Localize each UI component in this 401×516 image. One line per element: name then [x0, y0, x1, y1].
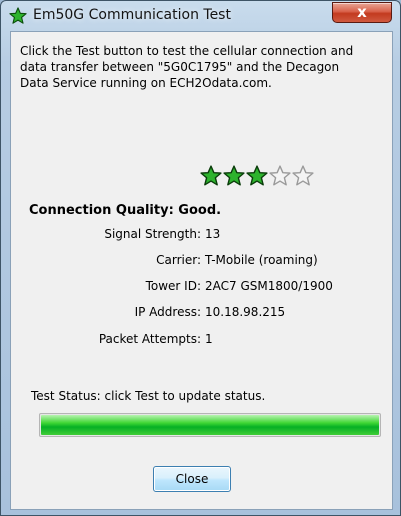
detail-label: Tower ID: — [145, 279, 201, 293]
progress-bar — [39, 413, 381, 437]
star-empty-icon — [269, 165, 291, 186]
detail-value: 1 — [205, 332, 213, 346]
detail-row-tower-id: Tower ID: 2AC7 GSM1800/1900 — [1, 279, 400, 297]
description-text: Click the Test button to test the cellul… — [20, 44, 354, 90]
detail-value: T-Mobile (roaming) — [205, 253, 318, 267]
detail-row-carrier: Carrier: T-Mobile (roaming) — [1, 253, 400, 271]
title-bar[interactable]: Em50G Communication Test x — [1, 1, 400, 31]
detail-label: IP Address: — [134, 305, 201, 319]
close-icon: x — [357, 3, 367, 21]
detail-row-packet-attempts: Packet Attempts: 1 — [1, 332, 400, 350]
dialog-window: Em50G Communication Test x Click the Tes… — [0, 0, 401, 516]
close-button[interactable]: Close — [153, 466, 231, 492]
detail-row-ip-address: IP Address: 10.18.98.215 — [1, 305, 400, 323]
connection-quality-label: Connection Quality: Good. — [29, 203, 222, 218]
window-close-button[interactable]: x — [332, 2, 392, 23]
star-filled-icon — [246, 165, 268, 186]
star-filled-icon — [200, 165, 222, 186]
star-empty-icon — [292, 165, 314, 186]
detail-row-signal-strength: Signal Strength: 13 — [1, 227, 400, 245]
green-star-icon — [9, 7, 27, 24]
star-filled-icon — [223, 165, 245, 186]
window-title: Em50G Communication Test — [33, 7, 231, 23]
detail-label: Signal Strength: — [104, 227, 201, 241]
detail-label: Packet Attempts: — [98, 332, 201, 346]
detail-value: 2AC7 GSM1800/1900 — [205, 279, 333, 293]
detail-label: Carrier: — [156, 253, 201, 267]
progress-fill — [41, 415, 379, 435]
test-status-text: Test Status: click Test to update status… — [31, 389, 266, 403]
detail-value: 13 — [205, 227, 221, 241]
detail-value: 10.18.98.215 — [205, 305, 286, 319]
